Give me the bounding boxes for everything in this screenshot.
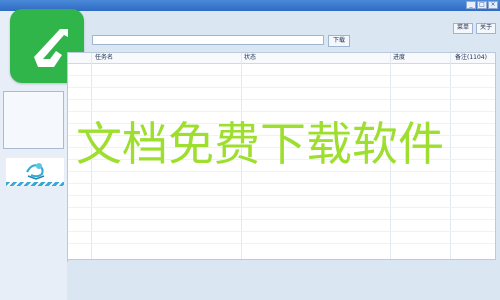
table-row <box>68 87 495 88</box>
table-row <box>68 195 495 196</box>
about-button[interactable]: 关于 <box>475 23 496 34</box>
table-row <box>68 75 495 76</box>
window-controls: _ □ × <box>466 1 498 9</box>
table-row <box>68 219 495 220</box>
table-row <box>68 99 495 100</box>
column-header-note[interactable]: 备注(1104) <box>455 54 487 62</box>
column-divider <box>450 53 451 259</box>
maximize-button[interactable]: □ <box>477 1 487 9</box>
left-banner[interactable] <box>6 158 64 186</box>
download-button[interactable]: 下载 <box>328 35 351 47</box>
menu-button[interactable]: 菜单 <box>452 23 473 34</box>
table-row <box>68 231 495 232</box>
banner-stripes <box>6 182 64 186</box>
table-header: 任务名 状态 进度 备注(1104) <box>68 53 495 64</box>
column-header-progress[interactable]: 进度 <box>393 54 405 62</box>
app-window: _ □ × 菜单 关于 下载 任务名 状态 进度 备注(1104) 文档免费下载… <box>0 0 500 300</box>
column-header-status[interactable]: 状态 <box>244 54 256 62</box>
banner-figure-icon <box>26 163 45 180</box>
table-row <box>68 207 495 208</box>
url-input[interactable] <box>92 35 324 45</box>
menu-bar: 菜单 关于 <box>452 23 496 34</box>
table-row <box>68 243 495 244</box>
minimize-button[interactable]: _ <box>466 1 476 9</box>
watermark-text: 文档免费下载软件 <box>76 117 444 171</box>
close-button[interactable]: × <box>488 1 498 9</box>
status-area <box>67 262 500 300</box>
left-info-box <box>3 91 64 149</box>
table-row <box>68 183 495 184</box>
table-row <box>68 111 495 112</box>
column-header-task[interactable]: 任务名 <box>95 54 113 62</box>
